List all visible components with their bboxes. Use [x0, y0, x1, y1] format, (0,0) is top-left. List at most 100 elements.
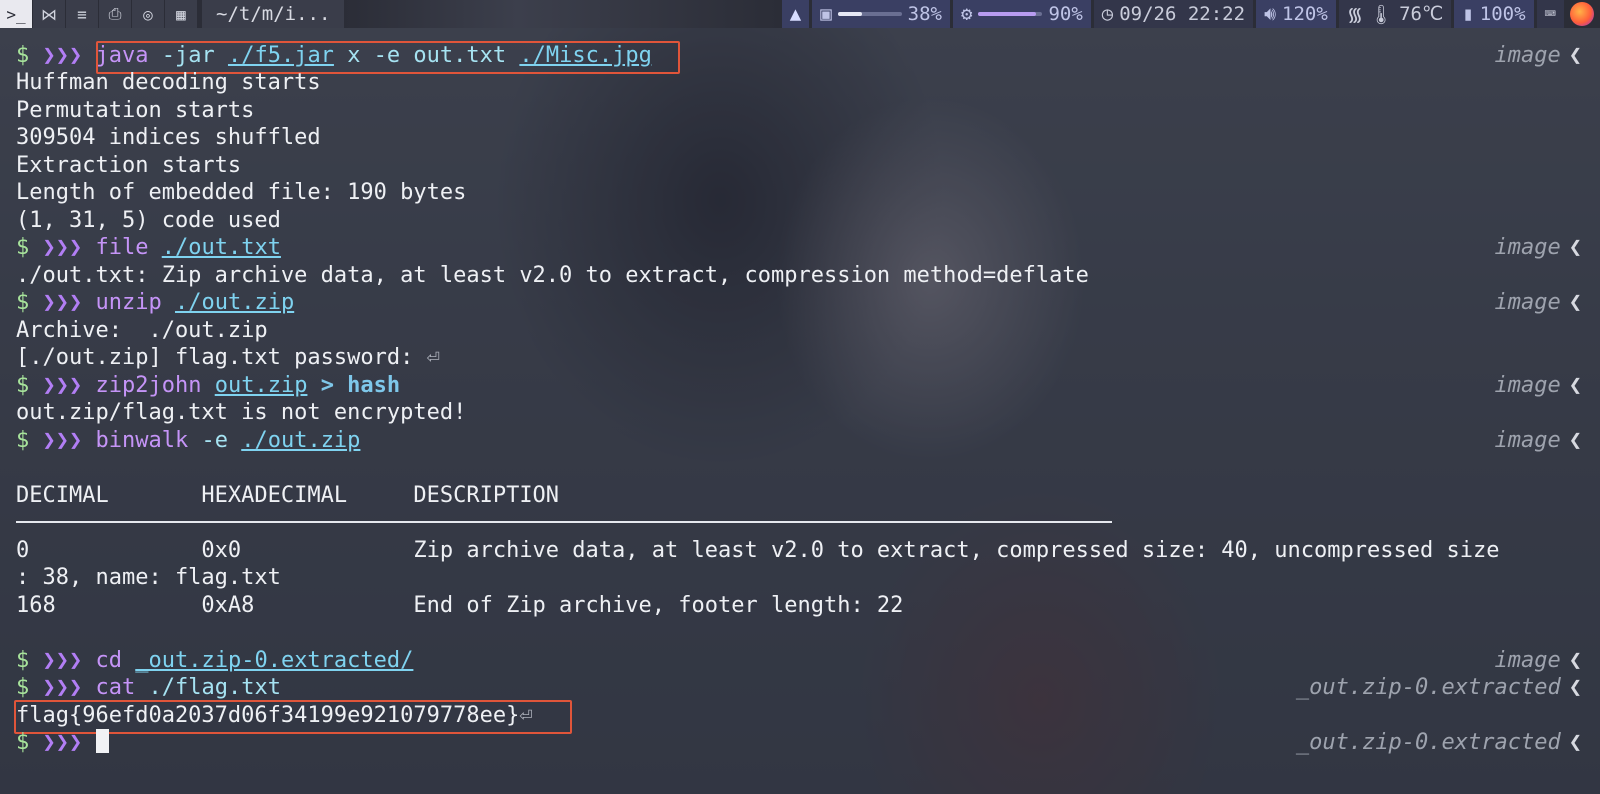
battery-widget[interactable]: ▮ 100%: [1454, 0, 1534, 28]
command: unzip: [95, 290, 162, 315]
prompt-dollar: $: [16, 428, 30, 453]
prompt-line: $ ❯❯❯ file ./out.txt: [16, 234, 281, 261]
right-prompt-dir: _out.zip-0.extracted: [1295, 675, 1561, 700]
right-prompt-dir: image: [1494, 290, 1561, 315]
keyboard-icon[interactable]: ⌨: [1545, 3, 1556, 25]
right-prompt: image ❮: [1495, 427, 1582, 454]
path-argument[interactable]: out.zip: [215, 373, 308, 398]
prompt-dollar: $: [16, 290, 30, 315]
browser-app-icon[interactable]: ◎: [132, 0, 165, 28]
right-prompt-dir: _out.zip-0.extracted: [1295, 730, 1561, 755]
layout-app-icon[interactable]: ▦: [165, 0, 198, 28]
prompt-line: $ ❯❯❯ cd _out.zip-0.extracted/: [16, 647, 413, 674]
output-text: [./out.zip] flag.txt password:: [16, 345, 427, 370]
path-argument[interactable]: ./out.zip: [175, 290, 294, 315]
prompt-arrows: ❯❯❯: [42, 290, 83, 315]
chip-icon: ▣: [820, 3, 832, 25]
output-line: Permutation starts: [16, 98, 255, 123]
output-line: out.zip/flag.txt is not encrypted!: [16, 400, 467, 425]
clock-widget[interactable]: ◷ 09/26 22:22: [1093, 0, 1254, 28]
right-prompt: _out.zip-0.extracted ❮: [1296, 729, 1582, 756]
terminal-app-icon[interactable]: >_: [0, 0, 33, 28]
command: cd: [95, 648, 123, 673]
path-argument[interactable]: ./flag.txt: [149, 675, 281, 700]
arch-logo-segment: ▲: [781, 0, 810, 28]
prompt-arrows: ❯❯❯: [42, 428, 83, 453]
output-line: ./out.txt: Zip archive data, at least v2…: [16, 263, 1089, 288]
cpu-value: 90%: [1048, 3, 1083, 25]
brightness-value: 38%: [907, 3, 942, 25]
output-line: Archive: ./out.zip: [16, 318, 268, 343]
network-temp-widget[interactable]: ᯾ 🌡︎ 76℃: [1338, 0, 1452, 28]
battery-value: 100%: [1479, 3, 1526, 25]
prompt-dollar: $: [16, 675, 30, 700]
vscode-app-icon[interactable]: ⋈: [33, 0, 66, 28]
path-argument[interactable]: ./out.zip: [241, 428, 360, 453]
firefox-icon[interactable]: [1570, 2, 1594, 26]
prompt-line: $ ❯❯❯ zip2john out.zip > hash: [16, 372, 400, 399]
command: file: [95, 235, 149, 260]
prompt-arrows: ❯❯❯: [42, 43, 83, 68]
pdf-reader-app-icon[interactable]: ⎙: [99, 0, 132, 28]
prompt-line: $ ❯❯❯ binwalk -e ./out.zip: [16, 427, 360, 454]
prompt-dollar: $: [16, 373, 30, 398]
redirect-operator: > hash: [320, 373, 401, 398]
path-argument[interactable]: _out.zip-0.extracted/: [135, 648, 413, 673]
argument: -e: [201, 428, 228, 453]
chevron-left-icon: ❮: [1568, 235, 1582, 260]
prompt-dollar: $: [16, 43, 30, 68]
right-prompt: image ❮: [1495, 234, 1582, 261]
thermometer-icon: 🌡︎: [1368, 3, 1394, 26]
cpu-widget[interactable]: ⚙ 90%: [952, 0, 1091, 28]
prompt-arrows: ❯❯❯: [42, 675, 83, 700]
right-prompt: image ❮: [1495, 372, 1582, 399]
current-prompt-line[interactable]: $ ❯❯❯: [16, 729, 109, 756]
prompt-arrows: ❯❯❯: [42, 373, 83, 398]
prompt-line: $ ❯❯❯ unzip ./out.zip: [16, 289, 294, 316]
temperature-value: 76℃: [1399, 3, 1444, 25]
chevron-left-icon: ❮: [1568, 290, 1582, 315]
clock-value: 09/26 22:22: [1119, 3, 1246, 25]
output-line: [./out.zip] flag.txt password: ⏎: [16, 344, 440, 371]
volume-value: 120%: [1282, 3, 1328, 25]
output-line: 309504 indices shuffled: [16, 125, 321, 150]
prompt-dollar: $: [16, 730, 30, 755]
terminal-window[interactable]: $ ❯❯❯ java -jar ./f5.jar x -e out.txt ./…: [0, 28, 1600, 794]
right-prompt: image ❮: [1495, 42, 1582, 69]
arch-logo-icon: ▲: [789, 3, 802, 25]
right-prompt-dir: image: [1494, 428, 1561, 453]
output-line: Huffman decoding starts: [16, 70, 321, 95]
table-row: 168 0xA8 End of Zip archive, footer leng…: [16, 593, 904, 618]
window-title[interactable]: ~/t/m/i...: [202, 0, 345, 28]
right-prompt: image ❮: [1495, 289, 1582, 316]
prompt-arrows: ❯❯❯: [42, 235, 83, 260]
prompt-arrows: ❯❯❯: [42, 648, 83, 673]
right-prompt-dir: image: [1494, 43, 1561, 68]
right-prompt: _out.zip-0.extracted ❮: [1296, 674, 1582, 701]
output-line: (1, 31, 5) code used: [16, 208, 281, 233]
table-header: DECIMAL HEXADECIMAL DESCRIPTION: [16, 483, 560, 508]
right-prompt: image ❮: [1495, 647, 1582, 674]
text-editor-app-icon[interactable]: ≡: [66, 0, 99, 28]
prompt-arrows: ❯❯❯: [42, 730, 83, 755]
text-cursor[interactable]: [95, 729, 109, 753]
prompt-line: $ ❯❯❯ cat ./flag.txt: [16, 674, 281, 701]
command: zip2john: [95, 373, 202, 398]
brightness-bar[interactable]: [837, 12, 902, 16]
chevron-left-icon: ❮: [1568, 43, 1582, 68]
brightness-widget[interactable]: ▣ 38%: [812, 0, 950, 28]
right-prompt-dir: image: [1494, 235, 1561, 260]
cpu-bar: [978, 12, 1043, 16]
chevron-left-icon: ❮: [1568, 428, 1582, 453]
path-argument[interactable]: ./out.txt: [162, 235, 281, 260]
volume-widget[interactable]: 🔊︎ 120%: [1256, 0, 1336, 28]
top-status-bar: >_ ⋈ ≡ ⎙ ◎ ▦ ~/t/m/i... ▲ ▣ 38% ⚙ 90% ◷ …: [0, 0, 1600, 28]
command: binwalk: [95, 428, 189, 453]
right-prompt-dir: image: [1494, 373, 1561, 398]
wifi-icon: ᯾: [1346, 4, 1363, 26]
cpu-icon: ⚙: [960, 3, 973, 25]
return-icon: ⏎: [426, 345, 440, 370]
command: cat: [95, 675, 136, 700]
chevron-left-icon: ❮: [1568, 730, 1582, 755]
brightness-bar-fill: [837, 12, 862, 16]
